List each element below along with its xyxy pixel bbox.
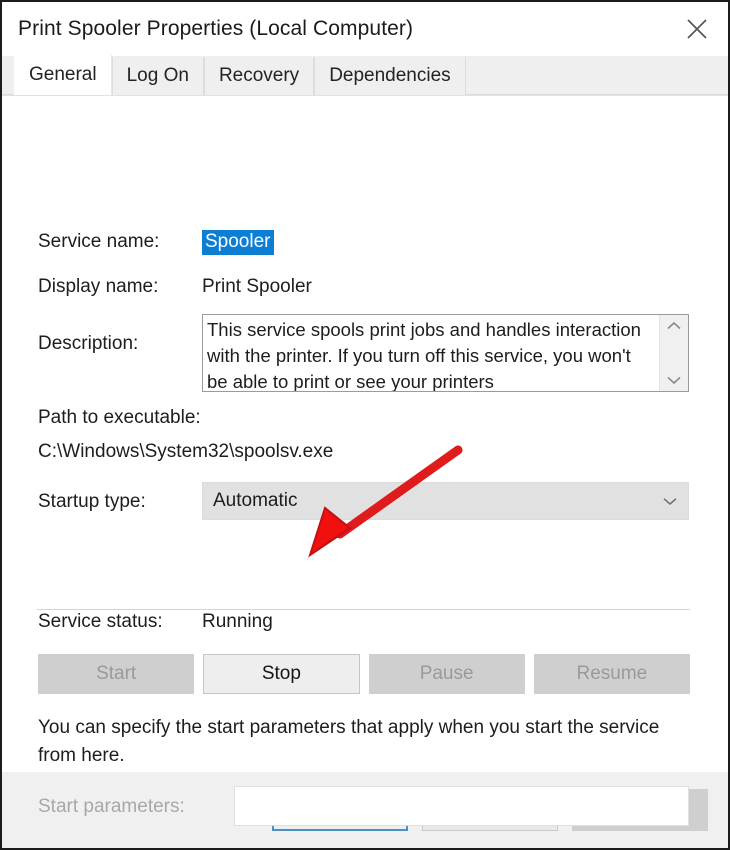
tab-dependencies[interactable]: Dependencies — [314, 57, 466, 95]
description-label: Description: — [38, 333, 139, 354]
display-name-value-wrap: Print Spooler — [202, 276, 312, 298]
resume-button-label: Resume — [576, 663, 648, 684]
tab-dependencies-label: Dependencies — [329, 65, 451, 86]
startup-type-label: Startup type: — [38, 491, 146, 512]
display-name-label: Display name: — [38, 276, 159, 297]
window-title: Print Spooler Properties (Local Computer… — [18, 17, 414, 40]
startup-type-value: Automatic — [213, 490, 298, 511]
start-parameters-input[interactable] — [234, 786, 689, 826]
general-tab-panel: Service name: Spooler Display name: Prin… — [2, 96, 728, 826]
service-status-label: Service status: — [38, 611, 163, 632]
service-name-row: Service name: — [38, 231, 159, 253]
tab-log-on-label: Log On — [126, 65, 189, 86]
description-value: This service spools print jobs and handl… — [207, 319, 641, 391]
start-parameters-row: Start parameters: — [38, 796, 185, 818]
service-name-value[interactable]: Spooler — [202, 230, 274, 255]
description-textarea[interactable]: This service spools print jobs and handl… — [202, 314, 689, 392]
service-properties-dialog: Print Spooler Properties (Local Computer… — [0, 0, 730, 850]
service-name-label: Service name: — [38, 231, 160, 252]
tab-recovery-label: Recovery — [218, 65, 300, 86]
start-parameters-label: Start parameters: — [38, 796, 185, 817]
description-scrollbar[interactable] — [659, 315, 688, 391]
section-divider — [37, 609, 690, 610]
tab-general-label: General — [29, 64, 97, 85]
tab-recovery[interactable]: Recovery — [203, 57, 315, 95]
display-name-row: Display name: — [38, 276, 158, 298]
chevron-up-icon[interactable] — [666, 321, 682, 331]
path-to-executable-label: Path to executable: — [38, 407, 201, 428]
service-status-value: Running — [202, 611, 273, 632]
start-parameters-help-text: You can specify the start parameters tha… — [38, 717, 660, 766]
stop-button-label: Stop — [261, 663, 301, 684]
startup-type-select[interactable]: Automatic — [202, 482, 689, 520]
pause-button-label: Pause — [419, 663, 474, 684]
description-row: Description: — [38, 333, 138, 355]
stop-button[interactable]: Stop — [203, 654, 360, 694]
tab-general[interactable]: General — [14, 55, 112, 95]
service-status-value-wrap: Running — [202, 611, 273, 633]
display-name-value: Print Spooler — [202, 276, 312, 297]
tab-bar: General Log On Recovery Dependencies — [2, 55, 728, 96]
tab-log-on[interactable]: Log On — [111, 57, 204, 95]
resume-button: Resume — [533, 654, 690, 694]
service-control-buttons: Start Stop Pause Resume — [38, 654, 690, 694]
chevron-down-icon[interactable] — [666, 375, 682, 385]
start-button: Start — [38, 654, 195, 694]
path-label-row: Path to executable: — [38, 407, 201, 429]
service-status-row: Service status: — [38, 611, 163, 633]
path-value-row: C:\Windows\System32\spoolsv.exe — [38, 441, 333, 463]
title-bar: Print Spooler Properties (Local Computer… — [2, 2, 728, 56]
startup-type-row: Startup type: — [38, 491, 146, 513]
service-name-value-wrap: Spooler — [202, 230, 274, 255]
chevron-down-icon[interactable] — [662, 497, 678, 506]
path-to-executable-value: C:\Windows\System32\spoolsv.exe — [38, 441, 334, 462]
pause-button: Pause — [368, 654, 525, 694]
start-button-label: Start — [96, 663, 137, 684]
close-button[interactable] — [666, 2, 728, 56]
close-icon — [684, 16, 710, 42]
